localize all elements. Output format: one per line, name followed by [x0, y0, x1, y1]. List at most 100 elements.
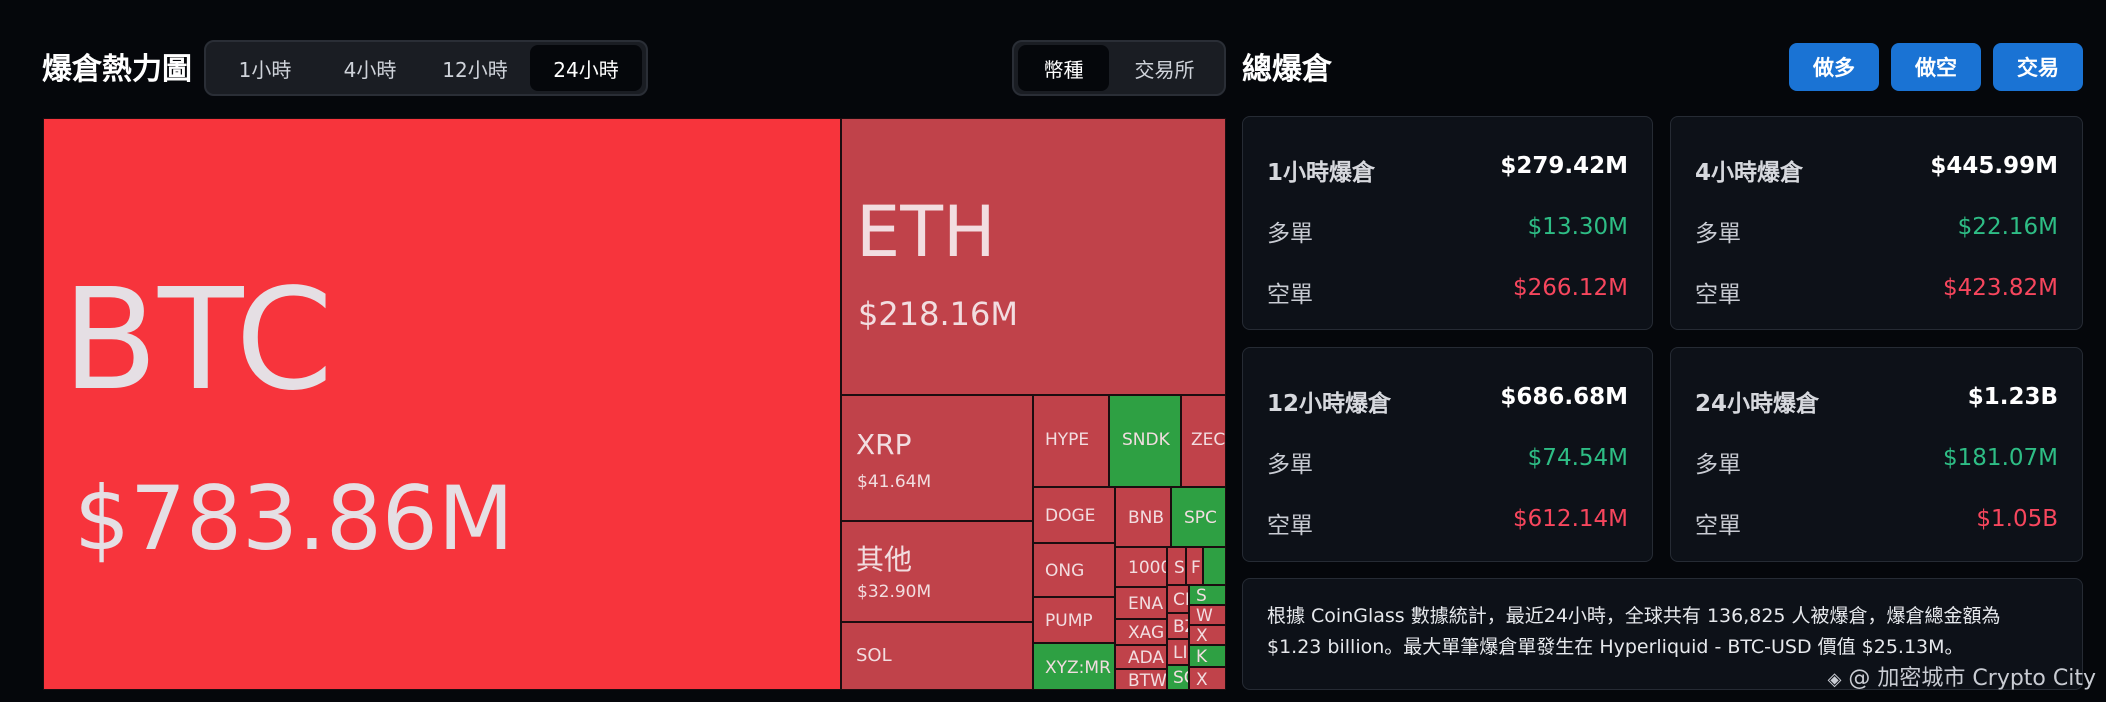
treemap-cell-s1[interactable]: S	[1167, 547, 1186, 585]
treemap-cell-others[interactable]: 其他 $32.90M	[841, 521, 1033, 622]
stat-card-12h: 12小時爆倉 $686.68M 多單 $74.54M 空單 $612.14M	[1242, 347, 1653, 562]
doge-symbol: DOGE	[1045, 506, 1096, 526]
short-value: $1.05B	[1976, 506, 2058, 532]
treemap-cell-spc[interactable]: SPC	[1171, 487, 1226, 547]
treemap-cell-hype[interactable]: HYPE	[1033, 395, 1109, 487]
short-button[interactable]: 做空	[1891, 43, 1981, 91]
treemap-cell-x2[interactable]: X	[1189, 667, 1226, 690]
treemap-cell-s3[interactable]: S	[1189, 585, 1226, 605]
long-value: $13.30M	[1527, 214, 1628, 240]
note-line-2: $1.23 billion。最大單筆爆倉單發生在 Hyperliquid - B…	[1267, 636, 1964, 658]
treemap-cell-f1[interactable]: F	[1186, 547, 1203, 585]
treemap-cell-ong[interactable]: ONG	[1033, 543, 1115, 597]
watermark: ◈ @ 加密城市 Crypto City	[1828, 660, 2096, 692]
treemap-cell-xyz[interactable]: XYZ:MR	[1033, 643, 1115, 690]
treemap-cell-eth[interactable]: ETH $218.16M	[841, 118, 1226, 395]
tab-4h[interactable]: 4小時	[320, 45, 420, 91]
sc-symbol: SC	[1173, 668, 1188, 688]
s1-symbol: S	[1174, 558, 1185, 578]
tab-1h[interactable]: 1小時	[210, 45, 320, 91]
s3-symbol: S	[1196, 586, 1207, 605]
treemap-cell-xrp[interactable]: XRP $41.64M	[841, 395, 1033, 521]
short-value: $612.14M	[1513, 506, 1628, 532]
treemap-cell-li[interactable]: LI	[1167, 639, 1189, 665]
eth-symbol: ETH	[856, 191, 996, 273]
spc-symbol: SPC	[1184, 508, 1217, 528]
pump-symbol: PUMP	[1045, 611, 1093, 631]
stat-card-4h: 4小時爆倉 $445.99M 多單 $22.16M 空單 $423.82M	[1670, 116, 2083, 330]
k1000-symbol: 1000	[1128, 558, 1167, 578]
stat-title: 1小時爆倉	[1267, 160, 1376, 186]
hype-symbol: HYPE	[1045, 430, 1090, 450]
treemap-cell-x1[interactable]: X	[1189, 625, 1226, 645]
long-button[interactable]: 做多	[1789, 43, 1879, 91]
bnb-symbol: BNB	[1128, 508, 1165, 528]
long-value: $74.54M	[1527, 445, 1628, 471]
x1-symbol: X	[1196, 626, 1208, 645]
others-amount: $32.90M	[857, 582, 932, 602]
treemap-cell-xag[interactable]: XAG	[1115, 619, 1167, 645]
tab-exchange[interactable]: 交易所	[1109, 45, 1220, 91]
short-label: 空單	[1267, 282, 1313, 308]
w-symbol: W	[1196, 606, 1213, 625]
treemap-cell-sol[interactable]: SOL	[841, 622, 1033, 690]
summary-title: 總爆倉	[1242, 52, 1332, 87]
stat-total: $686.68M	[1500, 384, 1628, 410]
stat-title: 12小時爆倉	[1267, 391, 1392, 417]
ong-symbol: ONG	[1045, 561, 1085, 581]
xrp-amount: $41.64M	[857, 472, 932, 492]
long-value: $22.16M	[1957, 214, 2058, 240]
short-label: 空單	[1695, 282, 1741, 308]
treemap-cell-ci[interactable]: CI	[1167, 585, 1189, 613]
long-label: 多單	[1695, 221, 1741, 247]
long-value: $181.07M	[1943, 445, 2058, 471]
ada-symbol: ADA	[1128, 648, 1165, 668]
tab-24h[interactable]: 24小時	[530, 45, 642, 91]
treemap-cell-bnb[interactable]: BNB	[1115, 487, 1171, 547]
liquidation-heatmap: BTC $783.86M ETH $218.16M XRP $41.64M 其他…	[43, 118, 1226, 690]
xrp-symbol: XRP	[856, 428, 912, 461]
treemap-cell-pump[interactable]: PUMP	[1033, 597, 1115, 643]
treemap-cell-btc[interactable]: BTC $783.86M	[43, 118, 841, 690]
x2-symbol: X	[1196, 670, 1208, 690]
treemap-cell-ada[interactable]: ADA	[1115, 645, 1167, 669]
long-label: 多單	[1267, 221, 1313, 247]
treemap-cell-ena[interactable]: ENA	[1115, 587, 1167, 619]
tab-coin[interactable]: 幣種	[1018, 45, 1110, 91]
long-label: 多單	[1267, 452, 1313, 478]
short-value: $266.12M	[1513, 275, 1628, 301]
watermark-logo-icon: ◈	[1827, 669, 1842, 690]
treemap-cell-k[interactable]: K	[1189, 645, 1226, 667]
treemap-cell-green-small[interactable]	[1203, 547, 1226, 585]
stat-total: $279.42M	[1500, 153, 1628, 179]
bz-symbol: BZ	[1173, 617, 1188, 637]
stat-card-24h: 24小時爆倉 $1.23B 多單 $181.07M 空單 $1.05B	[1670, 347, 2083, 562]
btc-amount: $783.86M	[74, 467, 514, 570]
treemap-cell-sndk[interactable]: SNDK	[1109, 395, 1181, 487]
watermark-text: @ 加密城市 Crypto City	[1848, 666, 2096, 691]
treemap-cell-sc[interactable]: SC	[1167, 665, 1189, 690]
treemap-cell-1000[interactable]: 1000	[1115, 547, 1167, 587]
short-label: 空單	[1267, 513, 1313, 539]
stat-title: 4小時爆倉	[1695, 160, 1804, 186]
stat-title: 24小時爆倉	[1695, 391, 1820, 417]
treemap-cell-doge[interactable]: DOGE	[1033, 487, 1115, 543]
treemap-cell-bz[interactable]: BZ	[1167, 613, 1189, 639]
trade-button[interactable]: 交易	[1993, 43, 2083, 91]
treemap-cell-w[interactable]: W	[1189, 605, 1226, 625]
tab-12h[interactable]: 12小時	[420, 45, 530, 91]
short-value: $423.82M	[1943, 275, 2058, 301]
time-range-selector: 1小時 4小時 12小時 24小時	[204, 40, 648, 96]
short-label: 空單	[1695, 513, 1741, 539]
others-symbol: 其他	[856, 543, 913, 576]
li-symbol: LI	[1173, 643, 1188, 663]
treemap-cell-zec[interactable]: ZEC	[1181, 395, 1226, 487]
xyz-symbol: XYZ:MR	[1045, 658, 1111, 678]
heatmap-title: 爆倉熱力圖	[42, 52, 192, 87]
stat-card-1h: 1小時爆倉 $279.42M 多單 $13.30M 空單 $266.12M	[1242, 116, 1653, 330]
f1-symbol: F	[1191, 558, 1201, 578]
stat-total: $445.99M	[1930, 153, 2058, 179]
treemap-cell-btw[interactable]: BTW	[1115, 669, 1167, 690]
btw-symbol: BTW	[1128, 671, 1167, 690]
xag-symbol: XAG	[1128, 623, 1165, 643]
